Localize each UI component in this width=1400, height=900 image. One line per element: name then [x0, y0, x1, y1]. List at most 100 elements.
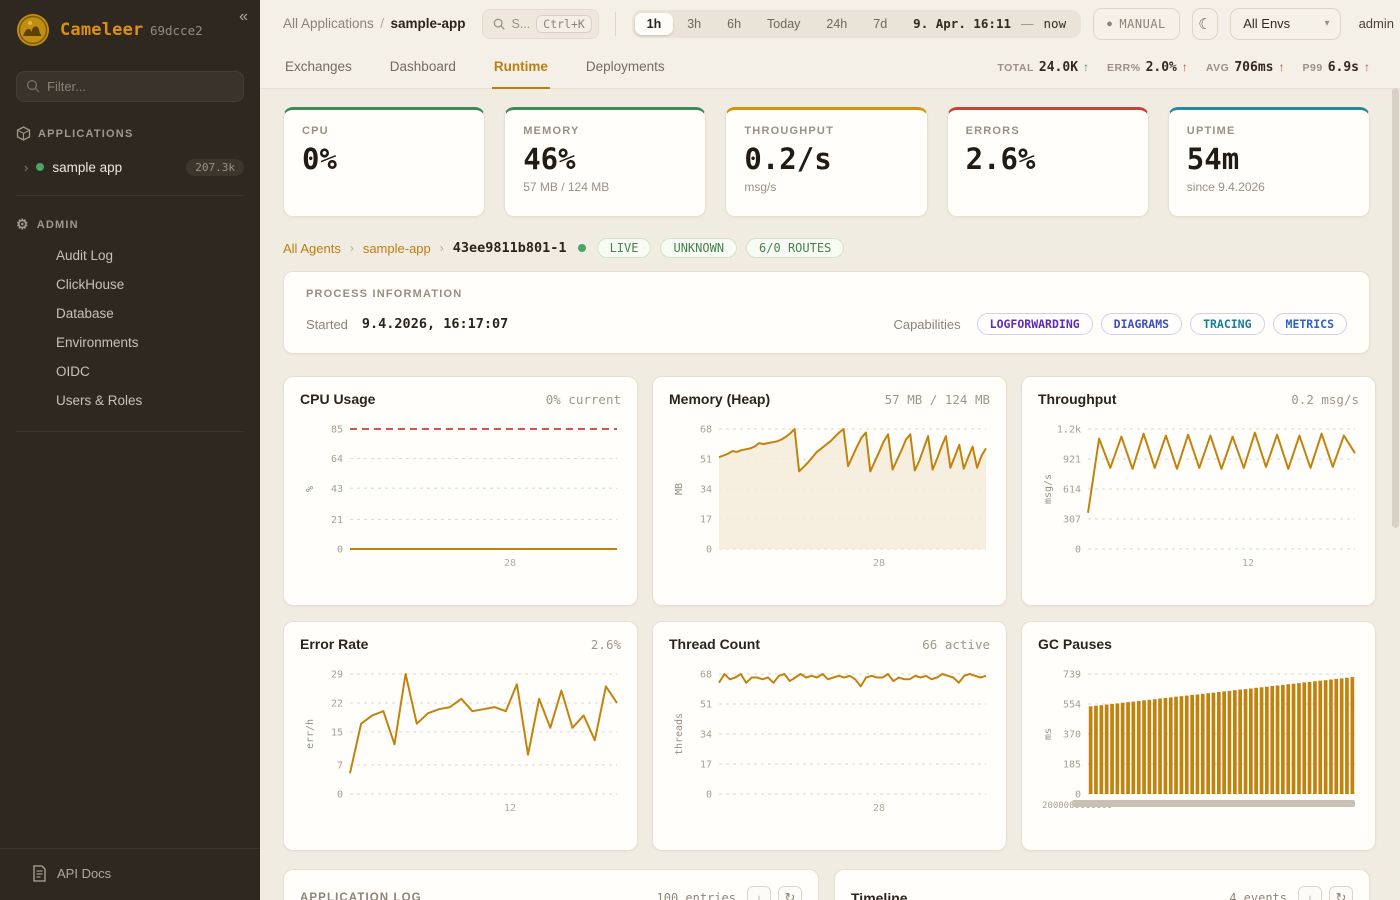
app-count-badge: 207.3k — [186, 159, 244, 176]
tab-runtime[interactable]: Runtime — [492, 47, 550, 89]
svg-text:28: 28 — [504, 558, 516, 569]
refresh-button[interactable]: ↻ — [778, 886, 802, 900]
applications-header-label: APPLICATIONS — [38, 128, 133, 140]
chevron-down-icon: ▾ — [1325, 18, 1330, 29]
svg-text:22: 22 — [331, 699, 343, 710]
time-to[interactable]: now — [1036, 16, 1079, 31]
chart-cpu-usage: CPU Usage0% current 856443210%28 — [283, 376, 638, 606]
metric-card-uptime: UPTIME 54m since 9.4.2026 — [1168, 107, 1370, 217]
svg-text:12: 12 — [1242, 558, 1254, 569]
svg-text:0: 0 — [1075, 545, 1081, 556]
svg-text:51: 51 — [700, 700, 712, 711]
api-docs-label: API Docs — [57, 866, 111, 881]
svg-text:7: 7 — [337, 761, 343, 772]
tab-stats: TOTAL24.0K↑ ERR%2.0%↑ AVG706ms↑ P996.9s↑ — [997, 60, 1370, 75]
manual-dot-icon: ● — [1107, 19, 1112, 28]
chevron-right-icon[interactable]: › — [24, 160, 28, 175]
chart-thread-count: Thread Count66 active 685134170threads28 — [652, 621, 1007, 851]
capabilities-label: Capabilities — [893, 317, 960, 332]
svg-text:threads: threads — [674, 713, 685, 755]
agent-id: 43ee9811b801-1 — [453, 240, 567, 256]
range-3h[interactable]: 3h — [675, 13, 713, 35]
sidebar-item-oidc[interactable]: OIDC — [16, 357, 244, 386]
sidebar: Cameleer 69dcce2 « APPLICATIONS › sample… — [0, 0, 260, 900]
timeline-card: Timeline 4 events ↓ ↻ — [834, 869, 1370, 900]
admin-section: ⚙ ADMIN Audit Log ClickHouse Database En… — [0, 196, 260, 432]
global-search[interactable]: S... Ctrl+K — [482, 9, 599, 39]
tab-dashboard[interactable]: Dashboard — [388, 47, 458, 89]
chart-current-value: 57 MB / 124 MB — [885, 392, 990, 407]
started-value: 9.4.2026, 16:17:07 — [362, 316, 508, 332]
manual-label: MANUAL — [1119, 17, 1165, 31]
capability-logforwarding: LOGFORWARDING — [977, 313, 1093, 335]
metric-label: ERRORS — [966, 125, 1130, 137]
chart-current-value: 2.6% — [591, 637, 621, 652]
sidebar-collapse-icon[interactable]: « — [239, 8, 248, 26]
sidebar-item-users-roles[interactable]: Users & Roles — [16, 386, 244, 415]
metric-value: 0% — [302, 142, 466, 176]
link-all-agents[interactable]: All Agents — [283, 241, 341, 256]
breadcrumb-all-applications[interactable]: All Applications — [283, 16, 374, 31]
metric-value: 2.6% — [966, 142, 1130, 176]
svg-text:85: 85 — [331, 425, 343, 436]
time-range-group: 1h 3h 6h Today 24h 7d 9. Apr. 16:11 — no… — [632, 10, 1081, 38]
sidebar-item-api-docs[interactable]: API Docs — [0, 848, 260, 900]
svg-text:370: 370 — [1063, 729, 1081, 740]
refresh-button[interactable]: ↻ — [1329, 886, 1353, 900]
cameleer-logo-icon — [16, 13, 50, 47]
time-from[interactable]: 9. Apr. 16:11 — [901, 16, 1019, 31]
sidebar-item-database[interactable]: Database — [16, 299, 244, 328]
admin-header: ⚙ ADMIN — [16, 216, 244, 233]
sidebar-item-clickhouse[interactable]: ClickHouse — [16, 270, 244, 299]
svg-text:12: 12 — [504, 803, 516, 814]
svg-text:51: 51 — [700, 455, 712, 466]
svg-text:17: 17 — [700, 515, 712, 526]
env-selected-label: All Envs — [1243, 16, 1290, 31]
chart-canvas: 685134170MB28 — [669, 415, 990, 587]
sidebar-item-environments[interactable]: Environments — [16, 328, 244, 357]
user-label[interactable]: admin — [1359, 16, 1394, 31]
download-button[interactable]: ↓ — [747, 886, 771, 900]
applications-header: APPLICATIONS — [16, 126, 244, 141]
search-icon — [25, 78, 41, 94]
content: CPU 0% MEMORY 46% 57 MB / 124 MB THROUGH… — [260, 89, 1400, 900]
range-7d[interactable]: 7d — [861, 13, 899, 35]
svg-text:15: 15 — [331, 727, 343, 738]
sidebar-header: Cameleer 69dcce2 « — [0, 0, 260, 59]
sidebar-filter — [16, 71, 244, 102]
charts-grid: CPU Usage0% current 856443210%28 Memory … — [283, 376, 1370, 851]
app-status-dot — [36, 163, 44, 171]
range-24h[interactable]: 24h — [814, 13, 859, 35]
svg-text:614: 614 — [1063, 485, 1081, 496]
manual-refresh-button[interactable]: ● MANUAL — [1093, 8, 1180, 40]
link-sample-app[interactable]: sample-app — [363, 241, 431, 256]
download-button[interactable]: ↓ — [1298, 886, 1322, 900]
range-1h[interactable]: 1h — [635, 13, 674, 35]
tab-deployments[interactable]: Deployments — [584, 47, 667, 89]
metric-card-cpu: CPU 0% — [283, 107, 485, 217]
sidebar-item-audit-log[interactable]: Audit Log — [16, 241, 244, 270]
env-select[interactable]: All Envs ▾ — [1230, 8, 1340, 40]
range-6h[interactable]: 6h — [715, 13, 753, 35]
svg-text:err/h: err/h — [305, 719, 316, 749]
refresh-icon: ↻ — [1336, 890, 1347, 900]
metric-value: 0.2/s — [744, 142, 908, 176]
vertical-scrollbar[interactable] — [1392, 88, 1399, 528]
timeline-title: Timeline — [851, 890, 908, 900]
chart-title: Error Rate — [300, 636, 368, 652]
metric-card-errors: ERRORS 2.6% — [947, 107, 1149, 217]
chevron-right-icon: › — [350, 241, 354, 255]
sidebar-filter-input[interactable] — [16, 71, 244, 102]
sidebar-item-sample-app[interactable]: › sample app 207.3k — [24, 155, 244, 179]
tab-exchanges[interactable]: Exchanges — [283, 47, 354, 89]
svg-text:0: 0 — [337, 545, 343, 556]
capability-metrics: METRICS — [1273, 313, 1347, 335]
breadcrumb: All Applications / sample-app — [283, 15, 466, 33]
svg-text:554: 554 — [1063, 700, 1081, 711]
agent-live-dot — [578, 244, 586, 252]
dark-mode-toggle[interactable]: ☾ — [1192, 8, 1218, 40]
range-today[interactable]: Today — [755, 13, 812, 35]
chevron-right-icon: › — [440, 241, 444, 255]
chart-current-value: 66 active — [922, 637, 990, 652]
svg-text:0: 0 — [706, 790, 712, 801]
